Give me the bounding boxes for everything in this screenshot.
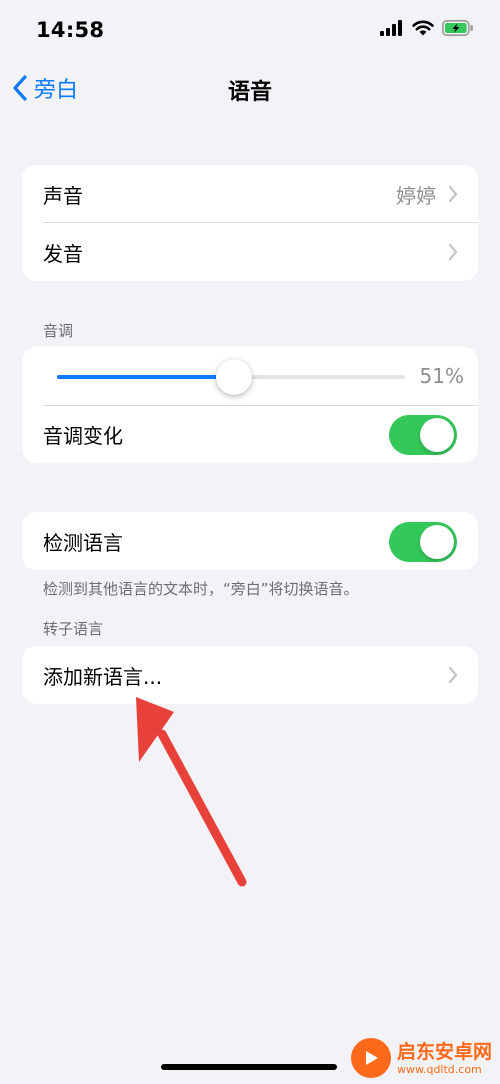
watermark-logo-icon <box>350 1038 391 1078</box>
watermark-url: www.qdltd.com <box>396 1062 482 1076</box>
home-indicator <box>161 1064 337 1070</box>
watermark: 启东安卓网 www.qdltd.com <box>350 1038 492 1078</box>
annotation-arrow-icon <box>136 697 247 887</box>
watermark-title: 启东安卓网 <box>396 1040 492 1063</box>
